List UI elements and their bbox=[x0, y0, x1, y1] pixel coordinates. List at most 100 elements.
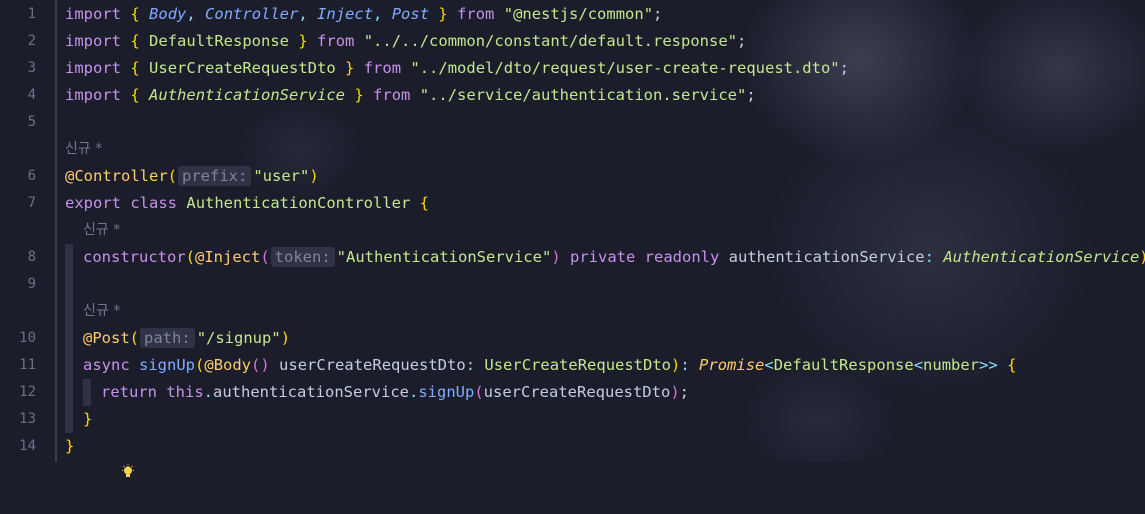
brace: } bbox=[298, 32, 308, 50]
colon: : bbox=[465, 356, 476, 374]
line-number: 2 bbox=[27, 33, 36, 49]
angle-bracket: >> bbox=[979, 356, 998, 374]
code-line-7[interactable]: export class AuthenticationController { bbox=[65, 190, 429, 217]
type-name: UserCreateRequestDto bbox=[484, 356, 672, 374]
line-number: 6 bbox=[27, 168, 36, 184]
line-number: 5 bbox=[27, 114, 36, 130]
paren: ) bbox=[551, 248, 561, 266]
identifier: UserCreateRequestDto bbox=[149, 59, 336, 77]
code-line-6[interactable]: @Controller(prefix: "user") bbox=[65, 163, 319, 190]
decorator: @Controller bbox=[65, 167, 168, 185]
brace: } bbox=[438, 5, 448, 23]
class-keyword: class bbox=[130, 194, 178, 212]
semicolon: ; bbox=[737, 32, 747, 50]
import-keyword: import bbox=[65, 86, 121, 104]
semicolon: ; bbox=[653, 5, 663, 23]
paren: ( bbox=[260, 248, 270, 266]
line-number: 8 bbox=[27, 249, 36, 265]
argument: userCreateRequestDto bbox=[483, 383, 671, 401]
line-number: 3 bbox=[27, 60, 36, 76]
code-line-12[interactable]: return this.authenticationService.signUp… bbox=[101, 379, 689, 406]
from-keyword: from bbox=[457, 5, 495, 23]
code-editor[interactable]: 1 2 3 4 5 6 7 8 9 10 11 12 13 14 import … bbox=[0, 0, 1145, 477]
string-literal: "../../common/constant/default.response" bbox=[363, 32, 737, 50]
from-keyword: from bbox=[317, 32, 355, 50]
code-line-14[interactable]: } bbox=[65, 433, 135, 477]
brace: { bbox=[130, 86, 140, 104]
constructor-keyword: constructor bbox=[83, 248, 186, 266]
semicolon: ; bbox=[839, 59, 849, 77]
string-literal: "@nestjs/common" bbox=[503, 5, 654, 23]
paren: ) bbox=[671, 356, 681, 374]
paren: ) bbox=[309, 167, 319, 185]
brace: } bbox=[354, 86, 364, 104]
codelens-new[interactable]: 신규 * bbox=[65, 136, 102, 163]
identifier: Controller bbox=[205, 5, 299, 23]
string-literal: "/signup" bbox=[196, 329, 281, 347]
paren: ( bbox=[167, 167, 177, 185]
brace: } bbox=[83, 410, 93, 428]
code-line-2[interactable]: import { DefaultResponse } from "../../c… bbox=[65, 28, 746, 55]
code-line-1[interactable]: import { Body, Controller, Inject, Post … bbox=[65, 1, 662, 28]
codelens-new[interactable]: 신규 * bbox=[83, 298, 120, 325]
paren: ( bbox=[129, 329, 140, 347]
property: authenticationService bbox=[213, 383, 409, 401]
brace: { bbox=[130, 59, 140, 77]
gutter-separator bbox=[55, 0, 57, 462]
line-number: 13 bbox=[19, 411, 36, 427]
type-name: DefaultResponse bbox=[773, 356, 914, 374]
brace: } bbox=[65, 437, 75, 455]
class-name: AuthenticationController bbox=[186, 194, 411, 212]
angle-bracket: < bbox=[913, 356, 924, 374]
string-literal: "../service/authentication.service" bbox=[419, 86, 747, 104]
line-number: 14 bbox=[19, 438, 36, 454]
code-line-4[interactable]: import { AuthenticationService } from ".… bbox=[65, 82, 756, 109]
code-line-11[interactable]: async signUp(@Body() userCreateRequestDt… bbox=[83, 352, 1016, 379]
decorator: @Inject bbox=[195, 248, 261, 266]
line-number: 1 bbox=[27, 6, 36, 22]
method-name: signUp bbox=[139, 356, 196, 374]
this-keyword: this bbox=[166, 383, 204, 401]
code-line-10[interactable]: @Post(path: "/signup") bbox=[83, 325, 290, 352]
line-number: 10 bbox=[19, 330, 36, 346]
paren: () bbox=[251, 356, 270, 374]
type-name: number bbox=[923, 356, 980, 374]
type-name: Promise bbox=[699, 356, 765, 374]
from-keyword: from bbox=[363, 59, 402, 77]
codelens-new[interactable]: 신규 * bbox=[83, 217, 120, 244]
brace: { bbox=[419, 194, 430, 212]
line-number-gutter: 1 2 3 4 5 6 7 8 9 10 11 12 13 14 bbox=[0, 0, 55, 462]
identifier: Body bbox=[149, 5, 187, 23]
colon: : bbox=[924, 248, 934, 266]
parameter-hint: prefix: bbox=[178, 166, 252, 186]
type-name: AuthenticationService bbox=[943, 248, 1140, 266]
angle-bracket: < bbox=[764, 356, 774, 374]
code-line-13[interactable]: } bbox=[83, 406, 92, 433]
line-number: 9 bbox=[27, 276, 36, 292]
dot: . bbox=[408, 383, 419, 401]
line-number: 12 bbox=[19, 384, 36, 400]
identifier: AuthenticationService bbox=[149, 86, 345, 104]
paren: ( bbox=[185, 248, 195, 266]
import-keyword: import bbox=[65, 59, 121, 77]
paren: ) bbox=[670, 383, 680, 401]
line-number: 11 bbox=[19, 357, 36, 373]
lightbulb-icon[interactable] bbox=[65, 464, 135, 509]
async-keyword: async bbox=[83, 356, 130, 374]
readonly-keyword: readonly bbox=[644, 248, 720, 266]
dot: . bbox=[203, 383, 214, 401]
parameter-hint: token: bbox=[270, 247, 335, 267]
paren: ) bbox=[1139, 248, 1145, 266]
semicolon: ; bbox=[746, 86, 756, 104]
parameter-hint: path: bbox=[140, 328, 195, 348]
code-line-3[interactable]: import { UserCreateRequestDto } from "..… bbox=[65, 55, 849, 82]
indent-guide bbox=[83, 379, 91, 406]
paren: ) bbox=[280, 329, 291, 347]
colon: : bbox=[680, 356, 690, 374]
parameter: userCreateRequestDto bbox=[279, 356, 466, 374]
import-keyword: import bbox=[65, 32, 121, 50]
code-line-8[interactable]: constructor(@Inject(token: "Authenticatio… bbox=[83, 244, 1145, 271]
line-number: 4 bbox=[27, 87, 36, 103]
brace: } bbox=[345, 59, 355, 77]
from-keyword: from bbox=[373, 86, 411, 104]
